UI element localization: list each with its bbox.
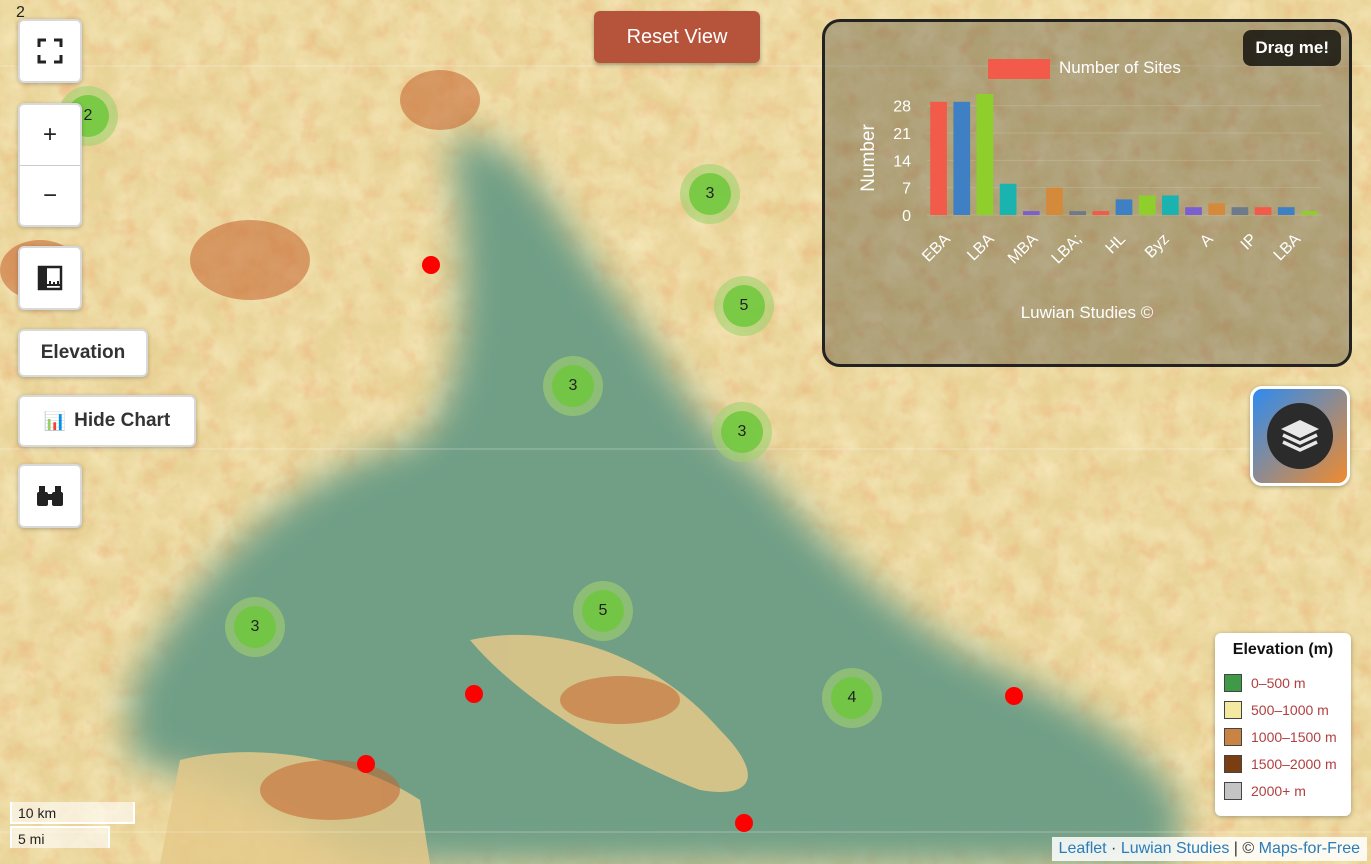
legend-item: 0–500 m <box>1224 669 1342 696</box>
cluster-marker[interactable]: 3 <box>680 164 740 224</box>
measure-button[interactable] <box>18 246 82 310</box>
chart-bar[interactable] <box>1022 211 1040 215</box>
site-marker[interactable] <box>1005 687 1023 705</box>
attribution-separator: · <box>1111 840 1117 857</box>
cluster-count: 3 <box>234 606 276 648</box>
fullscreen-button[interactable] <box>18 19 82 83</box>
x-tick-label: HL <box>1103 231 1130 258</box>
legend-label: 0–500 m <box>1251 674 1306 691</box>
cluster-marker[interactable]: 5 <box>714 276 774 336</box>
x-tick-label: Byz <box>1142 231 1173 262</box>
cluster-marker[interactable]: 3 <box>543 356 603 416</box>
chart-bar[interactable] <box>1254 207 1272 215</box>
cluster-marker[interactable]: 3 <box>712 402 772 462</box>
legend-label: 500–1000 m <box>1251 701 1329 718</box>
reset-view-button[interactable]: Reset View <box>594 11 760 63</box>
cluster-marker[interactable]: 3 <box>225 597 285 657</box>
hide-chart-label: Hide Chart <box>74 410 171 431</box>
cluster-count: 3 <box>552 365 594 407</box>
x-tick-label: LBA; <box>1049 231 1086 268</box>
x-tick-label: LBA <box>964 231 998 265</box>
legend-label: 1500–2000 m <box>1251 755 1337 772</box>
legend-item: 1000–1500 m <box>1224 723 1342 750</box>
site-marker[interactable] <box>465 685 483 703</box>
y-tick-label: 0 <box>902 208 911 225</box>
x-tick-label: IP <box>1238 231 1261 254</box>
y-tick-label: 21 <box>893 126 911 143</box>
chart-bar[interactable] <box>1208 203 1226 215</box>
elevation-button[interactable]: Elevation <box>18 329 148 377</box>
layers-icon <box>1281 420 1319 452</box>
x-tick-label: MBA <box>1005 231 1042 268</box>
x-tick-label: EBA <box>919 231 954 266</box>
ruler-icon <box>37 265 63 291</box>
legend-swatch <box>1224 727 1242 746</box>
attribution-separator: | © <box>1233 840 1255 857</box>
chart-bar[interactable] <box>1115 199 1133 215</box>
y-tick-label: 14 <box>893 153 911 170</box>
chart-icon: 📊 <box>43 410 67 431</box>
legend-item: 500–1000 m <box>1224 696 1342 723</box>
chart-bar[interactable] <box>1231 207 1249 215</box>
cluster-count: 3 <box>721 411 763 453</box>
elevation-legend: Elevation (m) 0–500 m 500–1000 m 1000–15… <box>1215 633 1351 816</box>
site-marker[interactable] <box>357 755 375 773</box>
legend-swatch <box>1224 781 1242 800</box>
site-marker[interactable] <box>735 814 753 832</box>
chart-bar[interactable] <box>1162 195 1179 215</box>
elevation-button-label: Elevation <box>40 342 126 363</box>
chart-bar[interactable] <box>930 101 947 215</box>
luwian-link[interactable]: Luwian Studies <box>1121 840 1230 857</box>
cluster-count: 4 <box>831 677 873 719</box>
chart-bar[interactable] <box>976 94 994 215</box>
legend-label: 1000–1500 m <box>1251 728 1337 745</box>
chart-bar[interactable] <box>1185 207 1202 215</box>
zoom-out-button[interactable]: − <box>20 165 80 226</box>
chart-bar[interactable] <box>1277 207 1295 215</box>
chart-bar[interactable] <box>1046 187 1063 215</box>
chart-bar[interactable] <box>1138 195 1156 215</box>
legend-item: 1500–2000 m <box>1224 750 1342 777</box>
cluster-count: 5 <box>582 590 624 632</box>
chart-bar[interactable] <box>1301 211 1318 215</box>
zoom-control: + − <box>18 103 82 227</box>
zoom-in-button[interactable]: + <box>20 105 80 165</box>
scale-bar-imperial: 5 mi <box>10 826 110 848</box>
site-marker[interactable] <box>422 256 440 274</box>
layers-button[interactable] <box>1250 386 1350 486</box>
cluster-marker[interactable]: 5 <box>573 581 633 641</box>
binoculars-icon <box>37 486 63 506</box>
y-tick-label: 28 <box>893 99 911 116</box>
legend-swatch <box>1224 700 1242 719</box>
hide-chart-button[interactable]: 📊 Hide Chart <box>18 395 196 447</box>
scale-bar: 10 km <box>10 802 135 824</box>
y-tick-label: 7 <box>902 181 911 198</box>
chart-bar[interactable] <box>1069 211 1086 215</box>
leaflet-link[interactable]: Leaflet <box>1059 840 1107 857</box>
chart-credit: Luwian Studies © <box>1020 303 1154 322</box>
elevation-legend-title: Elevation (m) <box>1232 641 1334 658</box>
legend-item: 2000+ m <box>1224 777 1342 804</box>
chart-bar[interactable] <box>999 183 1017 215</box>
legend-swatch <box>1224 754 1242 773</box>
chart-panel[interactable]: Drag me! Number of Sites Number 0 7 14 21 28… <box>822 19 1352 367</box>
x-tick-label: A <box>1197 231 1217 251</box>
fullscreen-icon <box>37 38 63 64</box>
chart-bar[interactable] <box>953 101 971 215</box>
cluster-marker[interactable]: 4 <box>822 668 882 728</box>
x-tick-label: LBA <box>1271 231 1305 265</box>
legend-label: 2000+ m <box>1251 782 1306 799</box>
scale-imperial: 5 mi <box>10 826 110 848</box>
legend-swatch <box>1224 673 1242 692</box>
cluster-count: 3 <box>689 173 731 215</box>
attribution: Leaflet · Luwian Studies | © Maps-for-Fr… <box>1051 837 1367 861</box>
scale-metric: 10 km <box>10 802 135 824</box>
binoculars-button[interactable] <box>18 464 82 528</box>
chart-bar[interactable] <box>1092 211 1110 215</box>
cluster-count: 5 <box>723 285 765 327</box>
tiles-link[interactable]: Maps-for-Free <box>1259 840 1360 857</box>
